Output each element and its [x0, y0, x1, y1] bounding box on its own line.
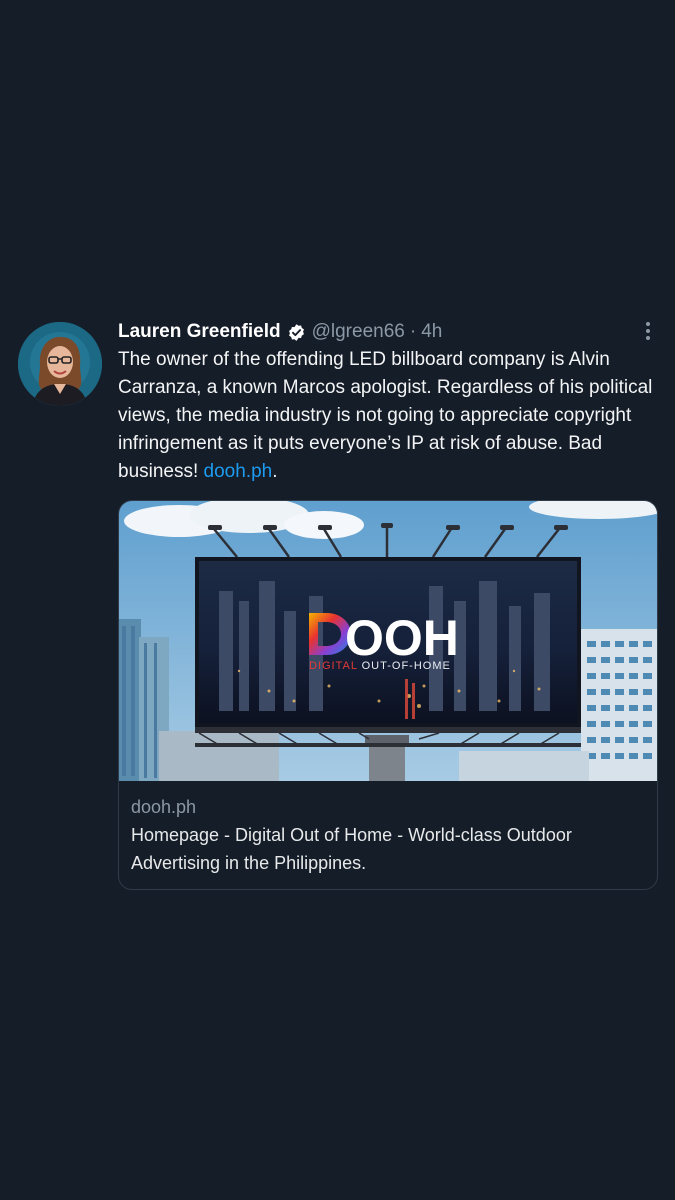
avatar[interactable] — [18, 322, 102, 406]
link-preview-card[interactable]: OOH DIGITAL OUT-OF-HOME dooh.ph Homepage… — [118, 500, 658, 890]
tweet-text-end: . — [272, 461, 278, 482]
billboard-logo-subtitle-b: OUT-OF-HOME — [358, 660, 451, 672]
tweet-link[interactable]: dooh.ph — [204, 461, 273, 482]
billboard-logo-subtitle: DIGITAL OUT-OF-HOME — [309, 660, 451, 672]
tweet-text-body: The owner of the offending LED billboard… — [118, 349, 653, 482]
tweet-header: Lauren Greenfield @lgreen66 · 4h — [118, 318, 658, 346]
author-handle[interactable]: @lgreen66 — [312, 320, 405, 344]
card-meta[interactable]: dooh.ph Homepage - Digital Out of Home -… — [119, 781, 657, 889]
billboard-logo-subtitle-a: DIGITAL — [309, 660, 358, 672]
more-options-icon[interactable] — [638, 320, 658, 342]
card-image[interactable]: OOH DIGITAL OUT-OF-HOME — [119, 501, 657, 781]
card-domain: dooh.ph — [131, 797, 197, 817]
tweet-body: Lauren Greenfield @lgreen66 · 4h The own… — [118, 318, 658, 890]
card-title[interactable]: Homepage - Digital Out of Home - World-c… — [131, 821, 645, 877]
billboard-logo-text: OOH — [345, 610, 459, 666]
header-separator: · — [409, 321, 417, 342]
author-name[interactable]: Lauren Greenfield — [118, 320, 281, 344]
verified-badge-icon — [287, 323, 306, 342]
tweet-text: The owner of the offending LED billboard… — [118, 346, 658, 486]
tweet-timestamp[interactable]: 4h — [421, 320, 442, 344]
